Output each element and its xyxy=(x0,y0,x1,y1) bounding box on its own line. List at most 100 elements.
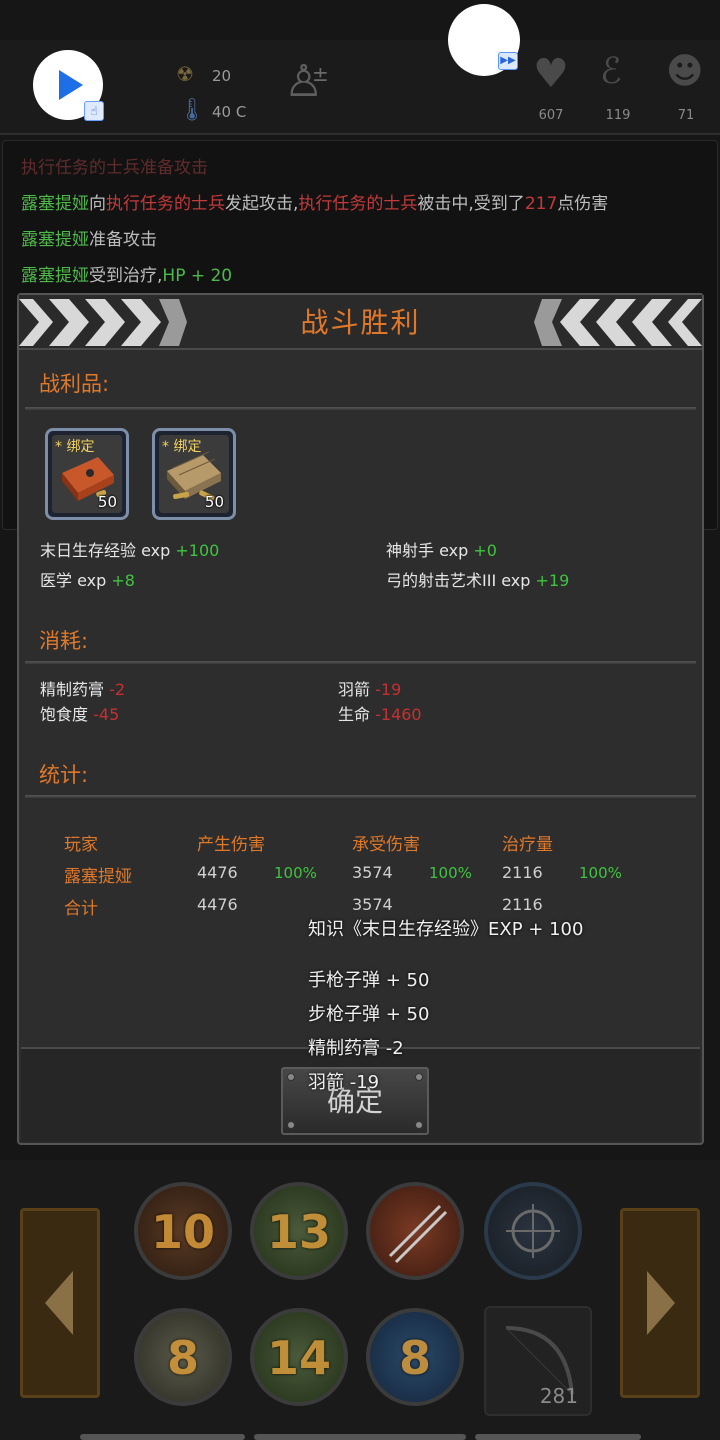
skill-eagle[interactable]: 14 xyxy=(250,1308,348,1406)
arrow-right-icon xyxy=(647,1271,675,1335)
dialog-title: 战斗胜利 xyxy=(300,306,421,339)
stomach-icon: ℰ xyxy=(600,51,622,92)
log-damage: 217 xyxy=(524,194,558,214)
exp-value: +100 xyxy=(175,541,220,560)
exp-label: 医学 exp xyxy=(40,571,107,590)
log-actor: 露塞提娅 xyxy=(21,194,89,214)
item-count: 50 xyxy=(97,493,117,511)
stats-healing: 2116 xyxy=(502,863,543,882)
arrow-left-icon xyxy=(45,1271,73,1335)
stats-section-title: 统计: xyxy=(39,763,89,787)
consume-item: 饱食度 -45 xyxy=(40,701,119,725)
consume-item: 生命 -1460 xyxy=(338,701,422,725)
consume-label: 饱食度 xyxy=(40,705,89,724)
prev-page-button[interactable] xyxy=(20,1208,100,1398)
skill-cooldown: 10 xyxy=(150,1205,215,1259)
stats-damage-taken-pct: 100% xyxy=(429,864,472,882)
fast-forward-icon: ▶▶ xyxy=(498,52,518,70)
skill-cooldown: 14 xyxy=(266,1331,331,1385)
stats-player-name: 露塞提娅 xyxy=(64,867,132,887)
stats-header-player: 玩家 xyxy=(64,835,98,855)
thermometer-icon: 🌡 xyxy=(178,98,206,123)
radiation-icon: ☢ xyxy=(176,62,194,86)
stats-total-healing: 2116 xyxy=(502,895,543,914)
log-line: 露塞提娅受到治疗,HP + 20 xyxy=(21,261,232,286)
stats-header-damage-dealt: 产生伤害 xyxy=(197,835,265,855)
stats-total-damage-taken: 3574 xyxy=(352,895,393,914)
toast-line: 知识《末日生存经验》EXP + 100 xyxy=(308,919,584,940)
exp-value: +8 xyxy=(111,571,135,590)
divider xyxy=(25,661,696,664)
skill-bar: 10 13 8 14 8 xyxy=(0,1160,720,1440)
loot-item-rifle-ammo[interactable]: * 绑定 50 xyxy=(152,428,236,520)
temperature-value: 40 C xyxy=(212,103,247,121)
skill-heal[interactable]: 13 xyxy=(250,1182,348,1280)
log-line: 露塞提娅准备攻击 xyxy=(21,225,157,250)
stats-healing-pct: 100% xyxy=(579,864,622,882)
divider xyxy=(25,795,696,798)
mind-value: 71 xyxy=(677,108,695,123)
consume-section-title: 消耗: xyxy=(39,629,89,653)
skill-cooldown: 8 xyxy=(166,1331,199,1385)
exp-label: 弓的射击艺术III exp xyxy=(386,571,531,590)
toast-line: 精制药膏 -2 xyxy=(308,1038,404,1059)
consume-value: -2 xyxy=(109,680,126,699)
stats-header-healing: 治疗量 xyxy=(502,835,553,855)
stats-damage-taken: 3574 xyxy=(352,863,393,882)
consume-item: 精制药膏 -2 xyxy=(40,676,125,700)
bound-tag: * 绑定 xyxy=(55,439,95,455)
exp-label: 神射手 exp xyxy=(386,541,469,560)
consume-value: -45 xyxy=(93,705,120,724)
log-text: 点伤害 xyxy=(557,194,609,214)
stats-header-damage-taken: 承受伤害 xyxy=(352,835,420,855)
log-text: 向 xyxy=(89,194,106,214)
skill-dodge[interactable]: 8 xyxy=(366,1308,464,1406)
item-count: 50 xyxy=(204,493,224,511)
heart-icon: ♥ xyxy=(533,51,569,97)
nav-bar-segment xyxy=(254,1434,466,1440)
skill-aim[interactable] xyxy=(484,1182,582,1280)
skill-first-aid[interactable]: 8 xyxy=(134,1308,232,1406)
consume-label: 生命 xyxy=(338,705,371,724)
consume-label: 精制药膏 xyxy=(40,680,105,699)
crosshair-icon xyxy=(506,1204,560,1258)
exp-gain: 神射手 exp +0 xyxy=(386,537,497,561)
log-heal: HP + 20 xyxy=(162,266,233,286)
skill-arrow-shot[interactable]: 10 xyxy=(134,1182,232,1280)
next-page-button[interactable] xyxy=(620,1208,700,1398)
tap-hand-icon: ☝ xyxy=(84,101,104,121)
plus-minus-icon: ± xyxy=(312,62,329,86)
arrow-count: 281 xyxy=(539,1384,578,1408)
skill-multi-arrow[interactable] xyxy=(366,1182,464,1280)
weapon-bow-slot[interactable]: 281 xyxy=(484,1306,592,1416)
divider xyxy=(25,407,696,410)
toast-line: 羽箭 -19 xyxy=(308,1072,380,1093)
log-text: 被击中,受到了 xyxy=(417,194,525,214)
arrows-icon xyxy=(388,1204,448,1264)
skill-cooldown: 13 xyxy=(266,1205,331,1259)
loot-section-title: 战利品: xyxy=(39,372,110,396)
exp-gain: 末日生存经验 exp +100 xyxy=(40,537,219,561)
log-text: 准备攻击 xyxy=(89,230,157,250)
fast-forward-button[interactable]: ▶▶ xyxy=(448,4,520,76)
radiation-value: 20 xyxy=(212,67,232,85)
log-line: 执行任务的士兵准备攻击 xyxy=(21,158,208,178)
log-text: 受到治疗, xyxy=(89,266,163,286)
nav-bar-segment xyxy=(80,1434,245,1440)
exp-value: +0 xyxy=(473,541,497,560)
hunger-value: 119 xyxy=(605,108,631,123)
exp-gain: 医学 exp +8 xyxy=(40,567,135,591)
loot-item-pistol-ammo[interactable]: * 绑定 50 xyxy=(45,428,129,520)
log-actor: 露塞提娅 xyxy=(21,266,89,286)
consume-item: 羽箭 -19 xyxy=(338,676,401,700)
log-target: 执行任务的士兵 xyxy=(106,194,225,214)
toast-line: 步枪子弹 + 50 xyxy=(308,1004,430,1025)
log-text: 发起攻击, xyxy=(225,194,299,214)
stats-damage-dealt-pct: 100% xyxy=(274,864,317,882)
consume-value: -19 xyxy=(375,680,402,699)
consume-value: -1460 xyxy=(375,705,422,724)
health-value: 607 xyxy=(538,108,564,123)
consume-label: 羽箭 xyxy=(338,680,371,699)
bound-tag: * 绑定 xyxy=(162,439,202,455)
log-line: 露塞提娅向执行任务的士兵发起攻击,执行任务的士兵被击中,受到了217点伤害 xyxy=(21,189,608,214)
